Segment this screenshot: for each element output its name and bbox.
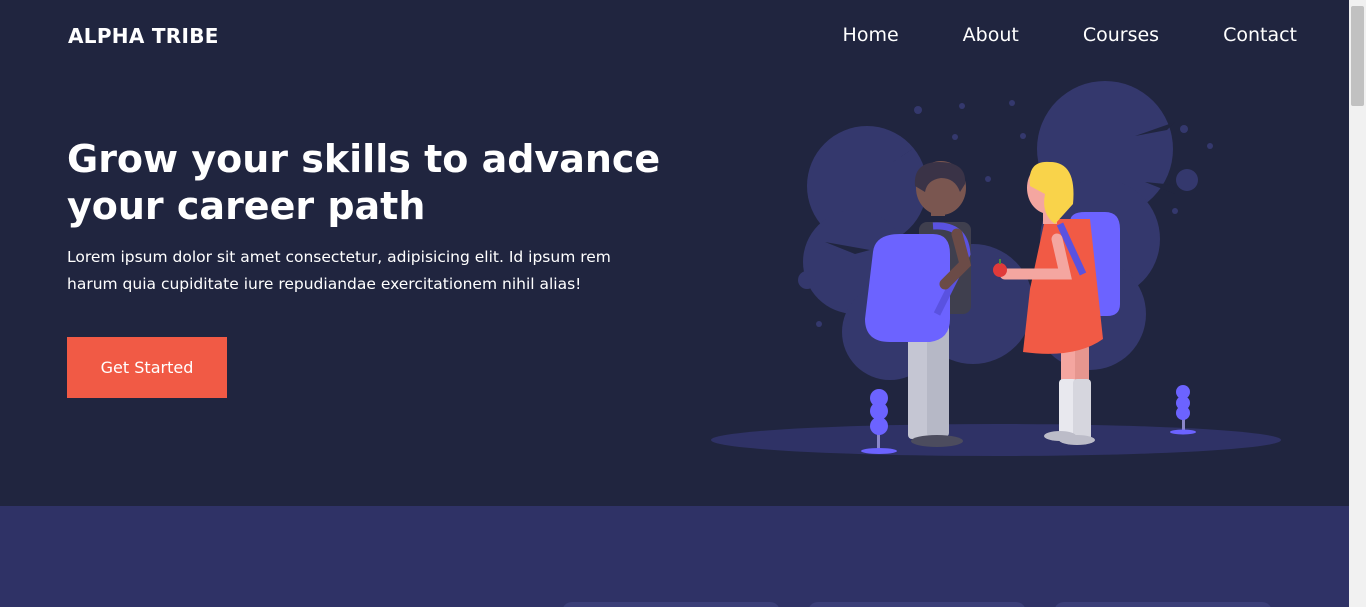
hero-section: Grow your skills to advance your career … [0, 74, 1349, 506]
main-nav: Home About Courses Contact [843, 24, 1297, 46]
next-section [0, 506, 1349, 607]
nav-contact[interactable]: Contact [1223, 24, 1297, 46]
card-peek [562, 602, 780, 607]
card-peek [808, 602, 1026, 607]
hero-title: Grow your skills to advance your career … [67, 137, 661, 228]
card-peek [1054, 602, 1272, 607]
site-header: ALPHA TRIBE Home About Courses Contact [0, 0, 1349, 74]
logo[interactable]: ALPHA TRIBE [68, 24, 219, 48]
get-started-button[interactable]: Get Started [67, 337, 227, 398]
students-illustration [711, 81, 1281, 456]
page: ALPHA TRIBE Home About Courses Contact G… [0, 0, 1349, 607]
hero-description: Lorem ipsum dolor sit amet consectetur, … [67, 248, 611, 293]
nav-courses[interactable]: Courses [1083, 24, 1159, 46]
tree-right [1170, 385, 1196, 435]
nav-about[interactable]: About [963, 24, 1019, 46]
scrollbar-thumb[interactable] [1351, 6, 1364, 106]
vertical-scrollbar[interactable] [1349, 0, 1366, 607]
nav-home[interactable]: Home [843, 24, 899, 46]
